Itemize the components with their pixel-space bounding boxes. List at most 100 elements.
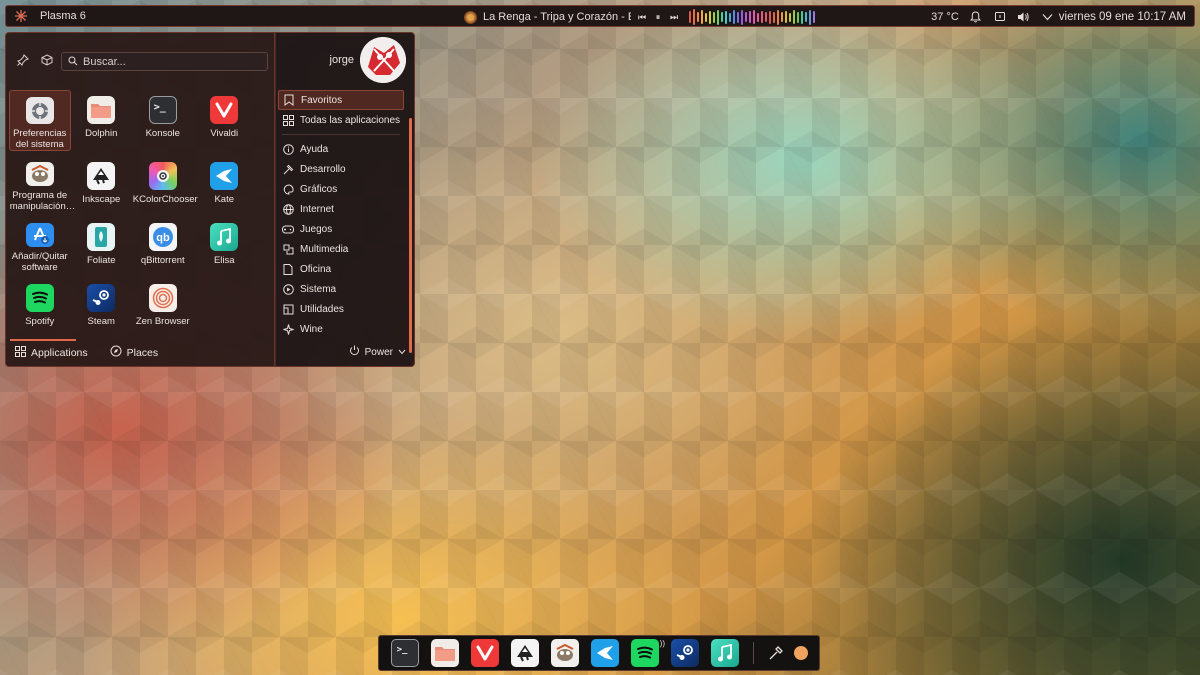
app-item-discover[interactable]: Añadir/Quitar software (9, 217, 71, 273)
kate-icon (210, 162, 239, 190)
gimp-icon (556, 643, 574, 661)
category-internet[interactable]: Internet (278, 199, 404, 219)
category-games[interactable]: Juegos (278, 219, 404, 239)
category-label: Internet (300, 203, 334, 215)
app-item-qbittorrent[interactable]: qb qBittorrent (132, 217, 194, 273)
clipboard-icon[interactable] (993, 10, 1007, 24)
notifications-bell-icon[interactable] (969, 10, 983, 24)
app-item-konsole[interactable]: >_ Konsole (132, 90, 194, 146)
dock-elisa[interactable] (711, 639, 739, 667)
clock[interactable]: viernes 09 ene 10:17 AM (1059, 11, 1186, 23)
bookmark-icon (283, 94, 295, 106)
category-label: Ayuda (300, 143, 329, 155)
dock-steam[interactable] (671, 639, 699, 667)
settings-cube-icon[interactable] (38, 51, 56, 69)
dock-gimp[interactable] (551, 639, 579, 667)
category-office[interactable]: Oficina (278, 259, 404, 279)
pause-icon[interactable]: ⏸ (653, 12, 663, 23)
app-item-steam[interactable]: Steam (71, 278, 133, 334)
dock-inkscape[interactable] (511, 639, 539, 667)
media-player[interactable]: La Renga - Tripa y Corazón - En Vivo ⏮ ⏸… (464, 8, 815, 26)
power-icon (349, 345, 360, 359)
app-label: Elisa (213, 255, 235, 266)
category-system[interactable]: Sistema (278, 279, 404, 299)
next-track-icon[interactable]: ⏭ (669, 12, 679, 23)
search-input[interactable] (83, 55, 263, 68)
app-label: Kate (214, 194, 235, 205)
category-development[interactable]: Desarrollo (278, 159, 404, 179)
vivaldi-icon (210, 96, 239, 124)
color-swatch[interactable] (794, 646, 808, 660)
category-all-applications[interactable]: Todas las aplicaciones (278, 110, 404, 130)
menu-categories-pane: jorge Favoritos Todas las aplicaciones A… (275, 32, 415, 367)
tab-applications-label: Applications (31, 346, 88, 359)
folder-icon (87, 96, 116, 124)
app-item-spotify[interactable]: Spotify (9, 278, 71, 334)
category-favorites[interactable]: Favoritos (278, 90, 404, 110)
dock-dolphin[interactable] (431, 639, 459, 667)
app-item-gimp[interactable]: Programa de manipulación… (9, 156, 75, 212)
scrollbar[interactable] (409, 118, 412, 353)
app-item-vivaldi[interactable]: Vivaldi (194, 90, 256, 146)
inkscape-icon (517, 645, 533, 662)
app-item-foliate[interactable]: Foliate (71, 217, 133, 273)
gamepad-icon (282, 223, 294, 235)
app-item-elisa[interactable]: Elisa (194, 217, 256, 273)
zen-browser-icon (148, 284, 177, 312)
volume-icon[interactable] (1017, 10, 1031, 24)
dock-vivaldi[interactable] (471, 639, 499, 667)
previous-track-icon[interactable]: ⏮ (637, 12, 647, 23)
category-utilities[interactable]: Utilidades (278, 299, 404, 319)
app-grid: Preferencias del sistema Dolphin >_ Kons… (9, 90, 269, 334)
power-button[interactable]: Power (349, 345, 406, 359)
app-item-kate[interactable]: Kate (194, 156, 256, 212)
tab-places[interactable]: Places (101, 339, 168, 366)
app-item-inkscape[interactable]: Inkscape (71, 156, 133, 212)
spotify-icon (637, 646, 653, 659)
app-item-kcolorchooser[interactable]: KColorChooser (132, 156, 198, 212)
app-item-zen-browser[interactable]: Zen Browser (132, 278, 194, 334)
dock-kate[interactable] (591, 639, 619, 667)
vivaldi-icon (476, 645, 494, 661)
dock-spotify[interactable]: )) (631, 639, 665, 667)
tab-applications[interactable]: Applications (6, 339, 97, 366)
steam-icon (676, 645, 693, 660)
terminal-icon: >_ (396, 645, 408, 655)
app-label: Vivaldi (210, 128, 239, 139)
chevron-down-icon[interactable] (1041, 10, 1055, 24)
folder-icon (435, 647, 455, 661)
dock-separator (753, 642, 754, 664)
color-picker-icon (769, 646, 783, 660)
category-wine[interactable]: Wine (278, 319, 404, 339)
user-info[interactable]: jorge (330, 37, 406, 83)
app-item-dolphin[interactable]: Dolphin (71, 90, 133, 146)
app-label: Steam (87, 316, 115, 327)
category-label: Desarrollo (300, 163, 346, 175)
app-label: KColorChooser (132, 194, 198, 205)
category-label: Utilidades (300, 303, 344, 315)
kate-icon (597, 646, 613, 660)
dock-color-picker[interactable] (766, 639, 786, 667)
category-label: Todas las aplicaciones (300, 114, 401, 126)
qbittorrent-icon: qb (148, 223, 177, 251)
category-help[interactable]: Ayuda (278, 139, 404, 159)
top-panel: Plasma 6 La Renga - Tripa y Corazón - En… (5, 5, 1195, 27)
avatar[interactable] (360, 37, 406, 83)
grid-icon (282, 114, 294, 126)
album-art-icon (464, 10, 477, 24)
dock-konsole[interactable]: >_ (391, 639, 419, 667)
foliate-icon (87, 223, 116, 251)
category-multimedia[interactable]: Multimedia (278, 239, 404, 259)
palette-icon (282, 183, 294, 195)
category-graphics[interactable]: Gráficos (278, 179, 404, 199)
app-label: Preferencias del sistema (13, 128, 67, 150)
playing-indicator-icon: )) (659, 639, 665, 648)
app-launcher-icon[interactable] (10, 6, 32, 26)
app-label: Konsole (145, 128, 180, 139)
pin-icon[interactable] (14, 51, 32, 69)
app-item-system-settings[interactable]: Preferencias del sistema (9, 90, 71, 151)
svg-text:qb: qb (156, 232, 170, 244)
settings-icon (25, 97, 54, 124)
search-field[interactable] (61, 52, 268, 71)
temperature[interactable]: 37 °C (931, 11, 959, 23)
